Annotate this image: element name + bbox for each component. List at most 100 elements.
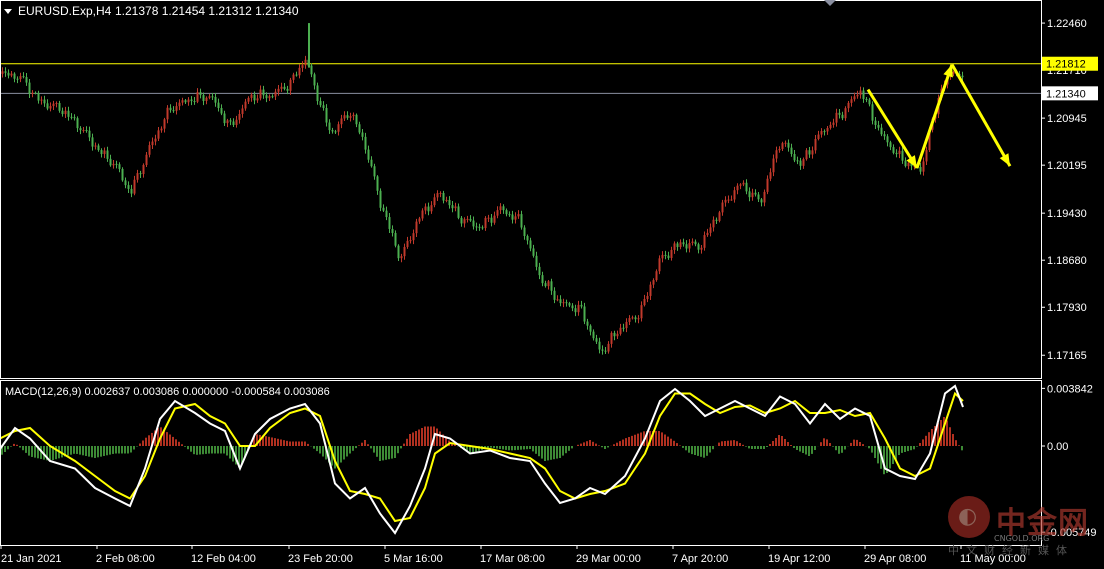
candle-body [904, 160, 907, 167]
candle-body [58, 102, 61, 111]
candle-body [520, 214, 523, 228]
trend-arrow-line [950, 63, 1012, 167]
candle-body [682, 242, 685, 245]
chart-overlay: EURUSD.Exp,H4 1.21378 1.21454 1.21312 1.… [4, 0, 836, 398]
candle-body [802, 159, 805, 166]
candle-body [55, 102, 58, 104]
triangle-down-icon[interactable] [4, 9, 12, 14]
candle-body [280, 86, 283, 89]
candle-body [589, 325, 592, 332]
candle-body [619, 327, 622, 334]
price-pane[interactable] [0, 23, 1041, 355]
candle-body [181, 100, 184, 103]
candle-body [793, 153, 796, 161]
candle-body [268, 96, 271, 99]
candle-body [907, 162, 910, 167]
candle-body [91, 137, 94, 147]
candle-body [616, 333, 619, 337]
candle-body [166, 107, 169, 120]
candle-body [604, 350, 607, 352]
candle-body [781, 143, 784, 149]
candle-body [325, 107, 328, 123]
scroll-marker-icon[interactable] [824, 0, 836, 6]
candle-body [850, 99, 853, 103]
candle-body [262, 89, 265, 96]
candle-body [508, 214, 511, 216]
candle-body [445, 199, 448, 201]
candle-body [421, 210, 424, 219]
candle-body [310, 65, 313, 75]
candle-body [199, 92, 202, 96]
x-tick-label: 29 Apr 08:00 [864, 553, 926, 565]
price-y-tick-label: 1.22460 [1047, 18, 1087, 30]
candle-body [16, 78, 19, 80]
candle-body [922, 161, 925, 172]
candle-body [835, 112, 838, 123]
candle-body [436, 193, 439, 198]
candle-body [880, 127, 883, 135]
trading-chart[interactable]: 1.224601.217101.209451.201951.194301.186… [0, 0, 1104, 569]
macd-main-line [0, 384, 964, 535]
candle-body [337, 124, 340, 132]
candle-body [517, 214, 520, 217]
candle-body [235, 119, 238, 125]
candle-body [613, 332, 616, 337]
macd-y-tick-label: 0.003842 [1047, 383, 1093, 395]
candle-body [283, 86, 286, 89]
candle-body [961, 75, 964, 78]
candle-body [145, 154, 148, 165]
candle-body [607, 343, 610, 352]
candle-body [952, 72, 955, 74]
candle-body [4, 71, 7, 73]
candle-body [415, 221, 418, 234]
candle-body [601, 349, 604, 351]
candle-body [706, 232, 709, 236]
candle-body [163, 119, 166, 129]
candle-body [640, 305, 643, 319]
candle-body [190, 99, 193, 102]
candle-body [670, 249, 673, 258]
candle-body [754, 192, 757, 195]
candle-body [703, 235, 706, 248]
candle-body [724, 199, 727, 203]
candle-body [25, 77, 28, 83]
candle-body [574, 308, 577, 313]
candle-body [205, 97, 208, 101]
price-y-tick-label: 1.19430 [1047, 208, 1087, 220]
candle-body [592, 331, 595, 339]
candle-body [610, 332, 613, 344]
candle-body [271, 96, 274, 98]
candle-body [100, 150, 103, 155]
candle-body [7, 72, 10, 76]
candle-body [490, 217, 493, 223]
candle-body [52, 103, 55, 107]
candle-body [439, 192, 442, 194]
candle-body [814, 139, 817, 151]
candle-body [628, 318, 631, 322]
candle-body [853, 96, 856, 100]
candle-body [241, 108, 244, 114]
candle-body [328, 122, 331, 131]
candle-body [244, 101, 247, 109]
macd-pane[interactable] [0, 384, 964, 535]
x-tick-label: 29 Mar 00:00 [576, 553, 641, 565]
candle-body [496, 210, 499, 216]
candle-body [274, 91, 277, 97]
candle-body [676, 243, 679, 248]
candle-body [634, 317, 637, 320]
candle-body [553, 290, 556, 300]
candle-body [112, 163, 115, 166]
candle-body [475, 226, 478, 228]
candle-body [544, 283, 547, 287]
candle-body [661, 254, 664, 259]
candle-body [502, 206, 505, 211]
candle-body [526, 235, 529, 241]
candle-body [97, 145, 100, 151]
x-tick-label: 12 Feb 04:00 [191, 553, 256, 565]
candle-body [466, 218, 469, 220]
candle-body [304, 59, 307, 66]
candle-body [220, 108, 223, 114]
candle-body [121, 168, 124, 181]
candle-body [892, 147, 895, 153]
candle-body [391, 228, 394, 233]
